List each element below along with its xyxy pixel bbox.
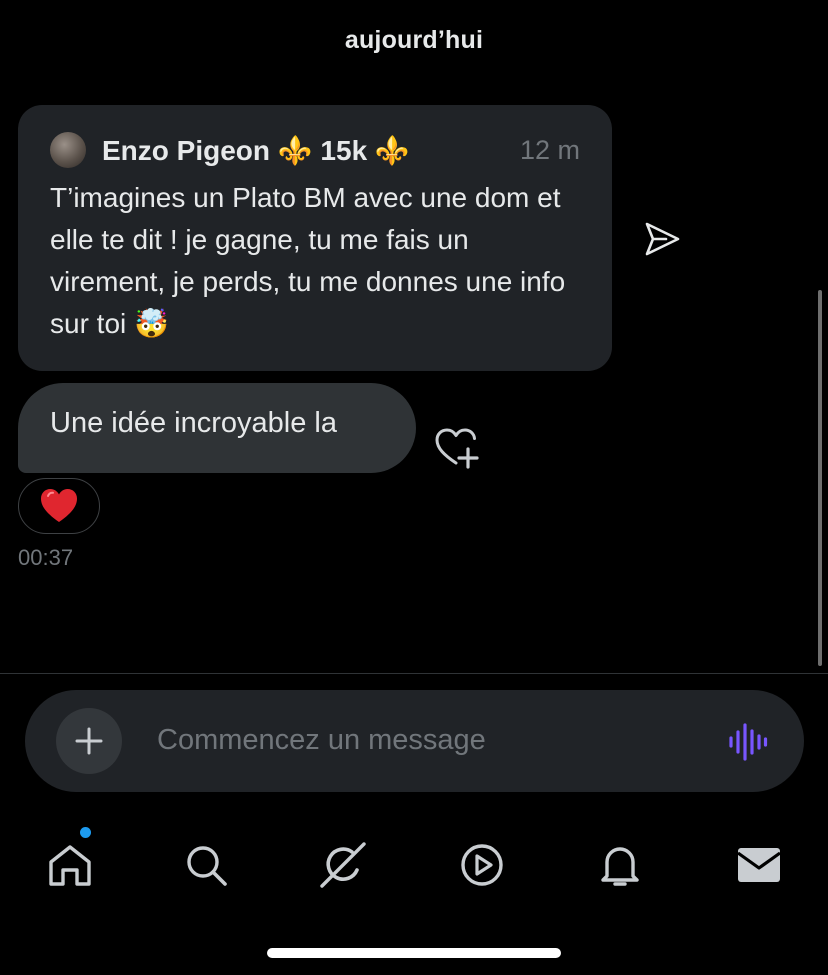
attach-button[interactable] [56, 708, 122, 774]
quoted-post-body: T’imagines un Plato BM avec une dom et e… [50, 182, 566, 339]
voice-waveform-icon[interactable] [728, 723, 768, 761]
quoted-post-author-row: Enzo Pigeon ⚜️ 15k ⚜️ 12 m [50, 127, 580, 173]
post-time: 12 m [519, 134, 580, 165]
heart-reaction-icon [41, 489, 77, 522]
message-composer: Commencez un message [25, 690, 804, 792]
reaction-badge[interactable] [18, 478, 100, 534]
video-icon[interactable] [459, 842, 505, 888]
divider [0, 673, 828, 674]
notifications-icon[interactable] [597, 842, 643, 888]
message-bubble[interactable]: Une idée incroyable la [18, 383, 416, 473]
home-icon[interactable] [47, 842, 93, 888]
date-header: aujourd’hui [344, 26, 484, 54]
author-name[interactable]: Enzo Pigeon ⚜️ 15k ⚜️ [102, 134, 410, 167]
home-notification-dot [80, 827, 91, 838]
message-timestamp: 00:37 [18, 545, 74, 570]
home-indicator[interactable] [267, 948, 561, 958]
send-icon[interactable] [642, 219, 682, 259]
messages-icon[interactable] [736, 842, 782, 888]
heart-add-icon[interactable] [434, 427, 480, 471]
search-icon[interactable] [183, 842, 229, 888]
message-input[interactable]: Commencez un message [157, 724, 486, 757]
scrollbar[interactable] [818, 290, 822, 666]
grok-icon[interactable] [320, 842, 366, 888]
message-text: Une idée incroyable la [50, 407, 337, 439]
quoted-post-card[interactable]: Enzo Pigeon ⚜️ 15k ⚜️ 12 m T’imagines un… [18, 105, 612, 371]
avatar[interactable] [50, 132, 86, 168]
plus-icon [75, 727, 103, 755]
